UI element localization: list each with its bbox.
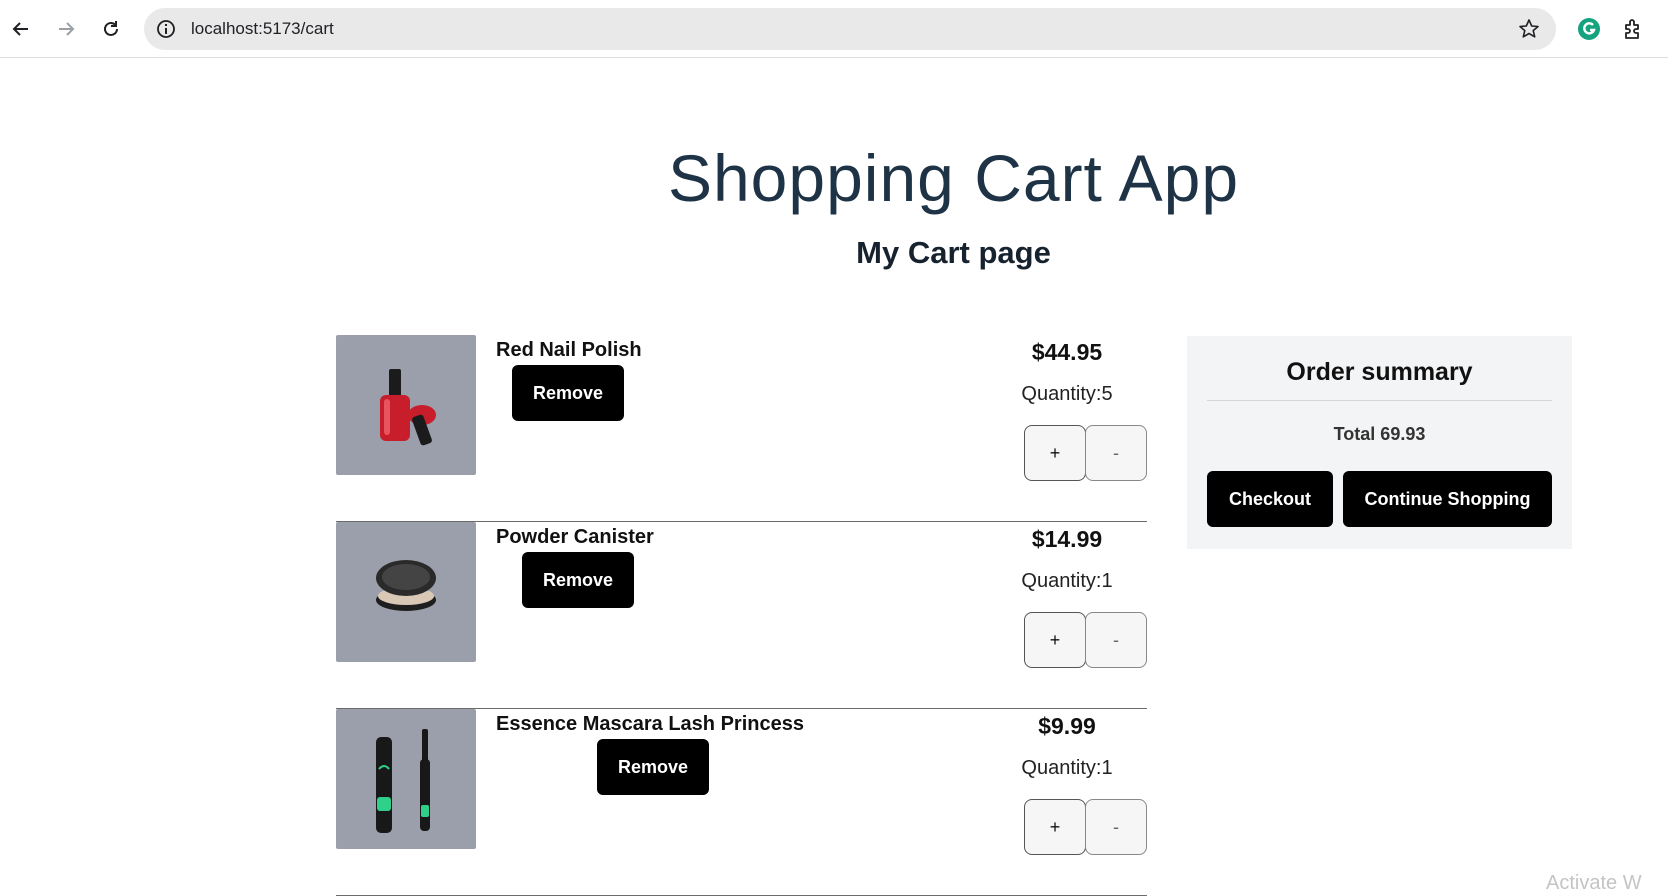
- increase-quantity-button[interactable]: +: [1024, 612, 1086, 668]
- product-quantity: Quantity:5: [1021, 383, 1113, 405]
- page-title: My Cart page: [856, 235, 1051, 270]
- product-quantity: Quantity:1: [1021, 570, 1113, 592]
- app-title: Shopping Cart App: [667, 141, 1240, 215]
- remove-button[interactable]: Remove: [597, 739, 710, 795]
- order-total: Total 69.93: [1333, 424, 1426, 444]
- bookmark-star-icon[interactable]: [1518, 18, 1540, 40]
- decrease-quantity-button[interactable]: -: [1085, 425, 1147, 481]
- order-summary-panel: Order summary Total 69.93 Checkout Conti…: [1187, 336, 1572, 549]
- extensions-puzzle-icon[interactable]: [1621, 16, 1647, 42]
- decrease-quantity-button[interactable]: -: [1085, 799, 1147, 855]
- powder-compact-icon: [376, 560, 436, 611]
- decrease-quantity-button[interactable]: -: [1085, 612, 1147, 668]
- product-price: $9.99: [1038, 713, 1096, 739]
- address-bar[interactable]: localhost:5173/cart: [144, 8, 1556, 50]
- cart-item: Red Nail Polish Remove $44.95 Quantity:5…: [336, 335, 1147, 522]
- product-quantity: Quantity:1: [1021, 757, 1113, 779]
- cart-item: Powder Canister Remove $14.99 Quantity:1…: [336, 522, 1147, 709]
- increase-quantity-button[interactable]: +: [1024, 425, 1086, 481]
- product-image: [336, 335, 476, 475]
- divider: [1207, 400, 1552, 401]
- continue-shopping-button[interactable]: Continue Shopping: [1343, 471, 1552, 527]
- increase-quantity-button[interactable]: +: [1024, 799, 1086, 855]
- url-text[interactable]: localhost:5173/cart: [191, 8, 334, 50]
- nail-polish-icon: [380, 369, 436, 446]
- arrow-left-icon: [12, 22, 28, 36]
- reload-button[interactable]: [96, 14, 126, 44]
- product-image: [336, 709, 476, 849]
- order-summary-title: Order summary: [1286, 358, 1473, 386]
- browser-toolbar: localhost:5173/cart: [0, 0, 1668, 58]
- product-price: $14.99: [1031, 526, 1103, 552]
- reload-icon: [104, 21, 118, 36]
- back-button[interactable]: [6, 14, 36, 44]
- remove-button[interactable]: Remove: [522, 552, 635, 608]
- product-name: Essence Mascara Lash Princess: [496, 713, 804, 735]
- product-price: $44.95: [1031, 339, 1103, 365]
- grammarly-extension-icon[interactable]: [1576, 16, 1602, 42]
- product-image: [336, 522, 476, 662]
- remove-button[interactable]: Remove: [512, 365, 625, 421]
- product-name: Powder Canister: [496, 526, 654, 548]
- mascara-icon: [376, 729, 430, 833]
- arrow-right-icon: [59, 22, 75, 36]
- activate-windows-watermark: Activate W: [1546, 872, 1642, 894]
- cart-item: Essence Mascara Lash Princess Remove $9.…: [336, 709, 1147, 896]
- product-name: Red Nail Polish: [496, 339, 642, 361]
- info-icon[interactable]: [156, 19, 176, 39]
- forward-button[interactable]: [51, 14, 81, 44]
- checkout-button[interactable]: Checkout: [1207, 471, 1333, 527]
